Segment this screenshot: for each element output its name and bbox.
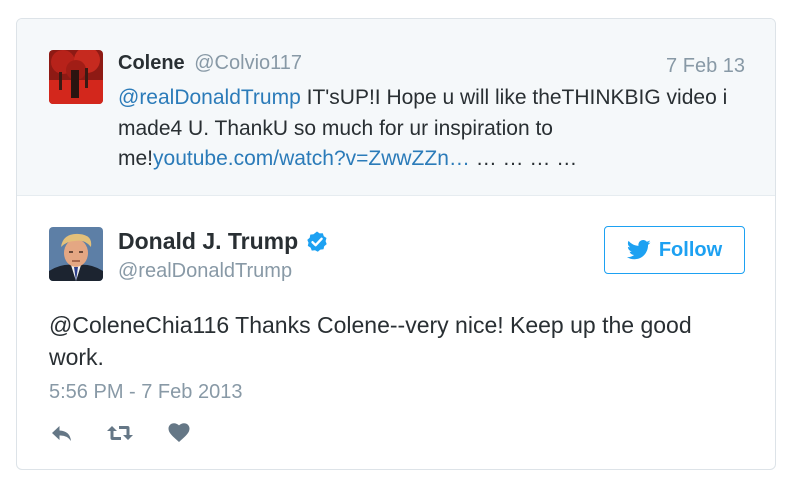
reply-icon[interactable] bbox=[49, 421, 75, 445]
author-handle[interactable]: @realDonaldTrump bbox=[118, 260, 292, 283]
quoted-tweet-date[interactable]: 7 Feb 13 bbox=[666, 55, 745, 78]
quoted-tweet-text: @realDonaldTrump IT'sUP!I Hope u will li… bbox=[118, 83, 748, 175]
quoted-author-name[interactable]: Colene bbox=[118, 52, 185, 74]
author-name[interactable]: Donald J. Trump bbox=[118, 228, 298, 255]
tweet-text: @ColeneChia116 Thanks Colene--very nice!… bbox=[49, 312, 692, 370]
author-name-row[interactable]: Donald J. Trump bbox=[118, 228, 329, 255]
quoted-mention-link[interactable]: @realDonaldTrump bbox=[118, 86, 301, 109]
quoted-trailing-text: … … … … bbox=[469, 147, 578, 170]
twitter-bird-icon bbox=[626, 240, 651, 260]
follow-button[interactable]: Follow bbox=[604, 226, 745, 274]
quoted-tweet[interactable]: Colene @Colvio117 7 Feb 13 @realDonaldTr… bbox=[17, 19, 775, 196]
retweet-icon[interactable] bbox=[105, 421, 135, 445]
heart-icon[interactable] bbox=[167, 421, 191, 445]
verified-badge-icon bbox=[307, 231, 327, 252]
tweet-timestamp[interactable]: 5:56 PM - 7 Feb 2013 bbox=[49, 381, 242, 404]
tweet-actions bbox=[49, 421, 191, 445]
quoted-author-handle[interactable]: @Colvio117 bbox=[194, 52, 302, 74]
tweet-embed-card: Colene @Colvio117 7 Feb 13 @realDonaldTr… bbox=[16, 18, 776, 470]
quoted-author-avatar[interactable] bbox=[49, 50, 103, 104]
author-avatar[interactable] bbox=[49, 227, 103, 281]
quoted-youtube-link[interactable]: youtube.com/watch?v=ZwwZZn… bbox=[153, 147, 470, 170]
follow-label: Follow bbox=[658, 238, 723, 261]
